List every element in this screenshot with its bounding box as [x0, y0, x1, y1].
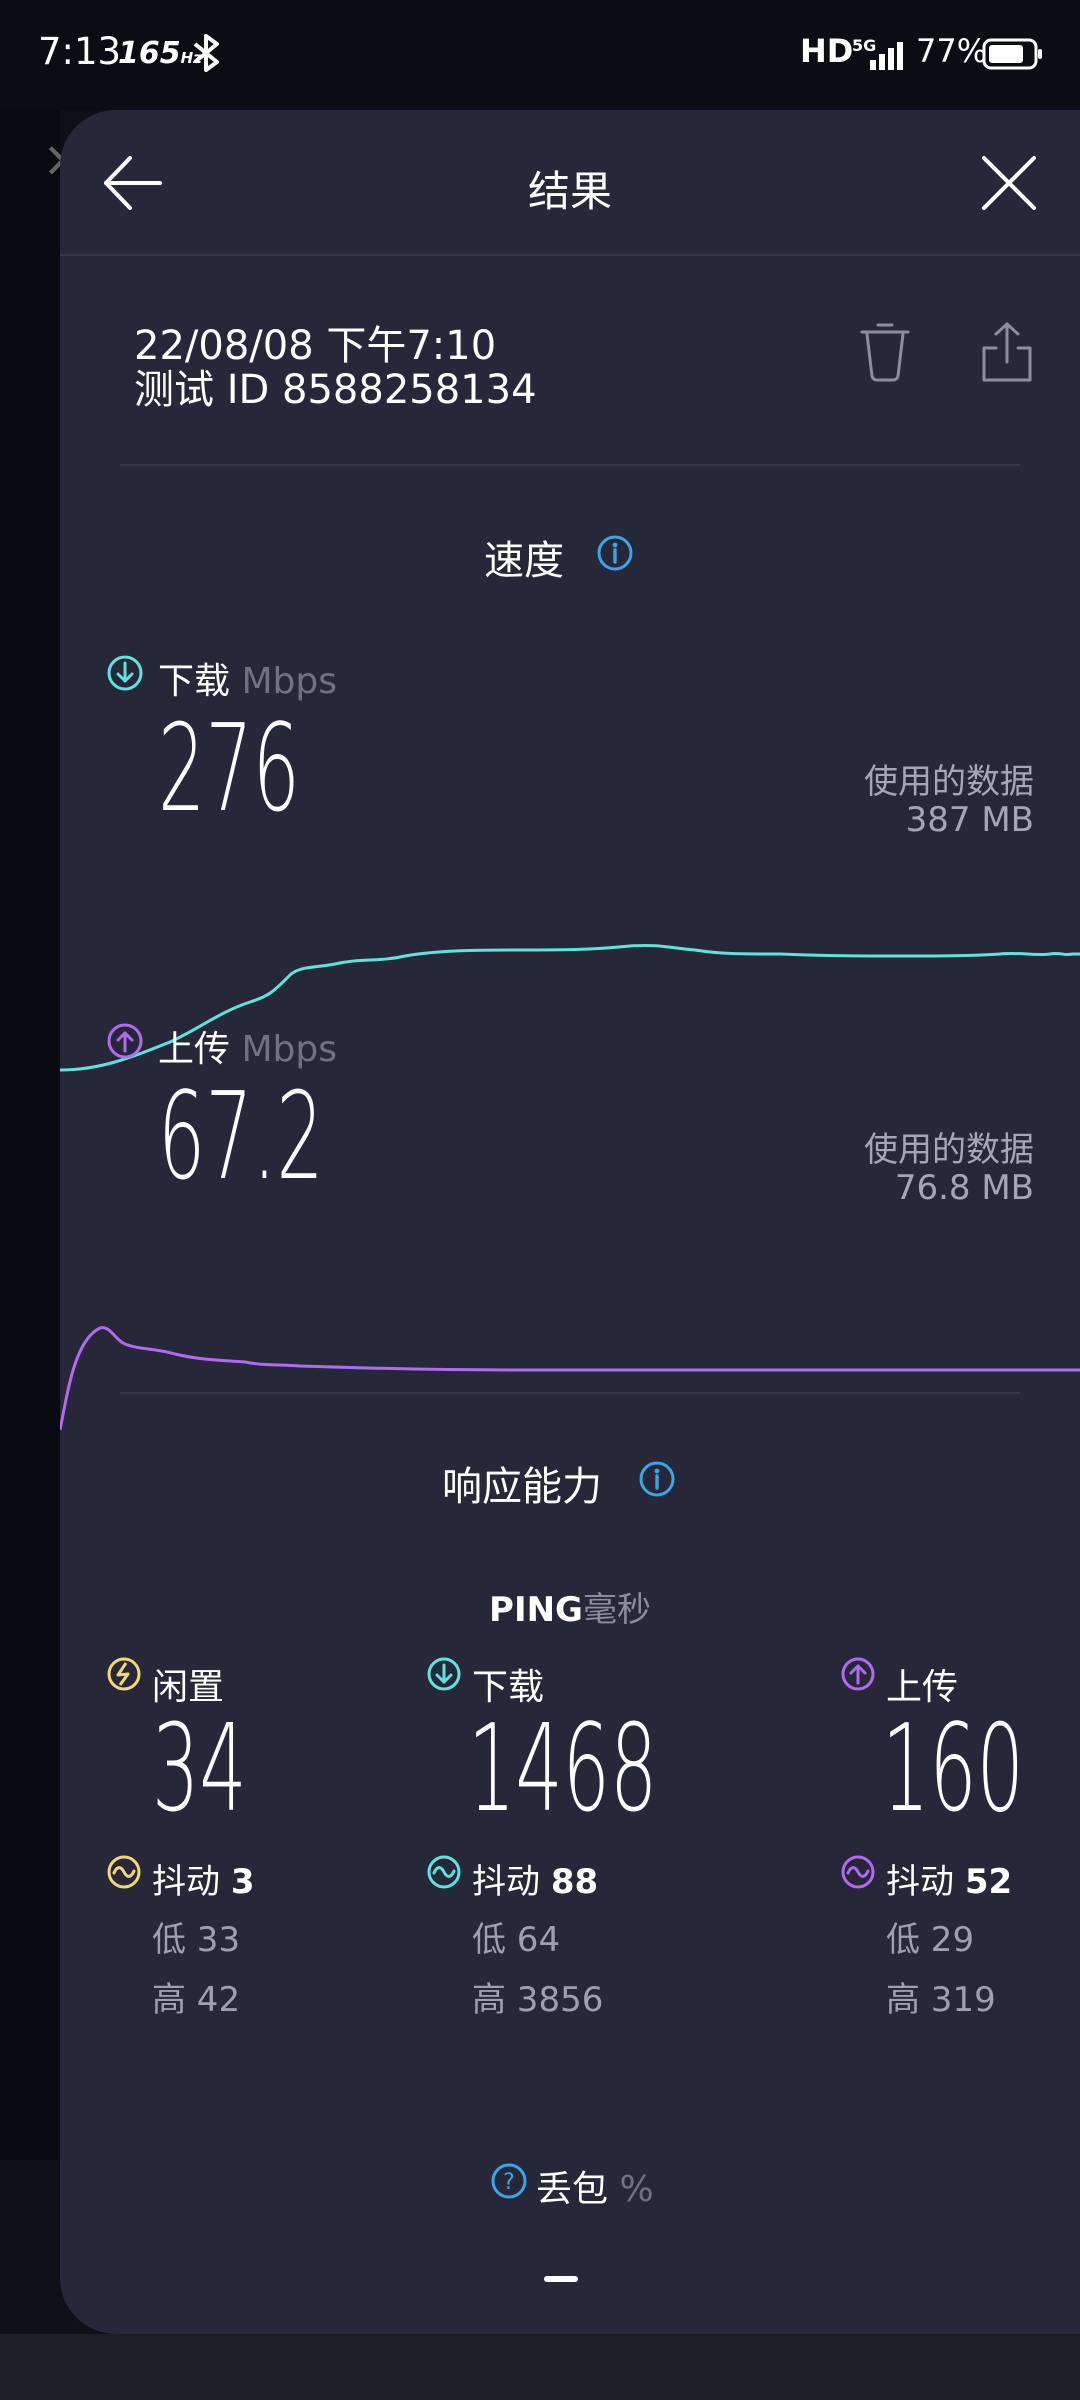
- upload-jitter: 抖动 52: [886, 1862, 1013, 1902]
- speed-info-button[interactable]: [596, 534, 634, 572]
- download-low: 低 64: [472, 1920, 561, 1960]
- test-date: 22/08/08 下午7:10: [134, 323, 497, 369]
- navigation-bar: [0, 2334, 1080, 2400]
- upload-graph-line: [60, 1326, 1080, 1431]
- page-title: 结果: [527, 167, 612, 216]
- divider: [120, 1392, 1020, 1394]
- battery-icon: [982, 38, 1042, 70]
- jitter-icon: [841, 1855, 875, 1889]
- share-button[interactable]: [978, 320, 1036, 384]
- share-icon: [982, 322, 1032, 382]
- download-data-used: 387 MB: [905, 800, 1034, 840]
- upload-label: 上传 Mbps: [158, 1029, 337, 1070]
- background-panel: [0, 110, 60, 2160]
- delete-button[interactable]: [856, 320, 914, 384]
- test-id: 测试 ID 8588258134: [134, 367, 537, 413]
- packet-loss-label: 丢包 %: [536, 2169, 654, 2210]
- download-icon: [107, 655, 143, 691]
- responsiveness-section-title: 响应能力: [442, 1464, 602, 1510]
- close-button[interactable]: [974, 148, 1044, 218]
- svg-text:?: ?: [503, 2170, 515, 2195]
- status-time: 7:13: [38, 30, 122, 73]
- header: 结果: [60, 110, 1080, 256]
- help-icon[interactable]: ?: [490, 2162, 528, 2200]
- info-icon: [639, 1461, 675, 1497]
- ping-header: PING毫秒: [489, 1590, 651, 1630]
- download-label: 下载 Mbps: [158, 661, 337, 702]
- idle-high: 高 42: [152, 1980, 241, 2020]
- upload-high: 高 319: [886, 1980, 996, 2020]
- upload-unit: Mbps: [241, 1029, 337, 1070]
- download-high: 高 3856: [472, 1980, 604, 2020]
- trash-icon: [860, 323, 910, 382]
- close-icon: [982, 156, 1036, 210]
- download-jitter: 抖动 88: [472, 1862, 599, 1902]
- upload-speed-value: 67.2: [158, 1068, 324, 1207]
- download-ping-value: 1468: [468, 1700, 658, 1839]
- scroll-indicator: [544, 2276, 578, 2282]
- bluetooth-icon: [193, 34, 219, 72]
- idle-jitter: 抖动 3: [152, 1862, 255, 1902]
- upload-data-used-label: 使用的数据: [864, 1130, 1034, 1170]
- download-unit: Mbps: [241, 661, 337, 702]
- jitter-icon: [107, 1855, 141, 1889]
- status-bar: 7:13 165Hz HD 5G 77%: [0, 0, 1080, 110]
- idle-low: 低 33: [152, 1920, 241, 1960]
- upload-icon: [107, 1023, 143, 1059]
- info-icon: [597, 535, 633, 571]
- battery-percent: 77%: [916, 32, 988, 70]
- jitter-icon: [427, 1855, 461, 1889]
- signal-icon: [870, 42, 903, 70]
- upload-speed-graph: [60, 1326, 1080, 1431]
- idle-icon: [107, 1657, 141, 1691]
- responsiveness-info-button[interactable]: [638, 1460, 676, 1498]
- upload-icon: [841, 1657, 875, 1691]
- upload-data-used: 76.8 MB: [894, 1168, 1034, 1208]
- upload-low: 低 29: [886, 1920, 975, 1960]
- results-sheet: 结果 22/08/08 下午7:10 测试 ID 8588258134 速度 下…: [60, 110, 1080, 2334]
- download-icon: [427, 1657, 461, 1691]
- download-data-used-label: 使用的数据: [864, 762, 1034, 802]
- speed-section-title: 速度: [484, 538, 564, 584]
- divider: [120, 464, 1020, 466]
- download-speed-value: 276: [158, 700, 301, 839]
- hd-badge: HD: [800, 32, 854, 70]
- upload-ping-value: 160: [882, 1700, 1025, 1839]
- idle-ping-value: 34: [152, 1700, 247, 1839]
